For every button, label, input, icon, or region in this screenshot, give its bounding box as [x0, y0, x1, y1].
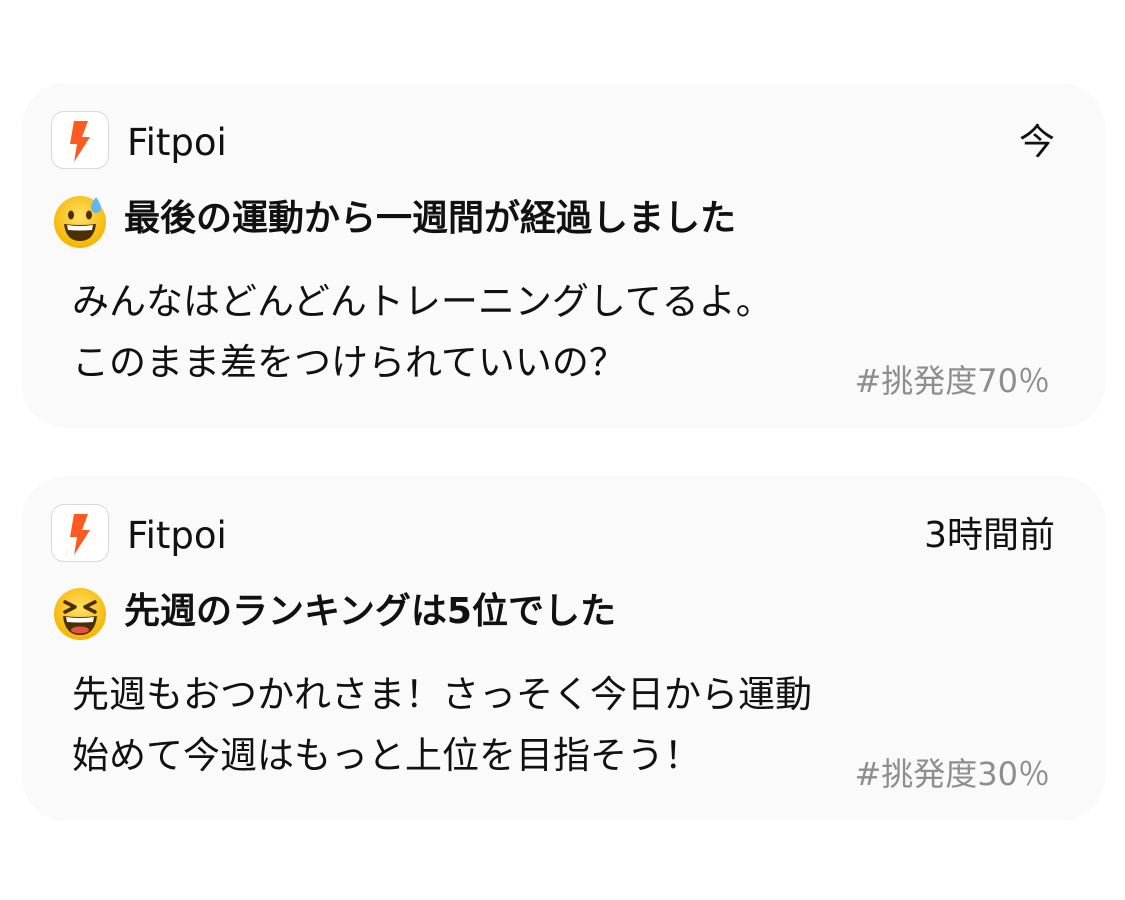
app-name: Fitpoi [127, 121, 227, 164]
app-name: Fitpoi [127, 514, 227, 557]
notification-title: 先週のランキングは5位でした [124, 591, 616, 632]
notification-body-line: みんなはどんどんトレーニングしてるよ。 [72, 280, 773, 323]
grinning-face-with-sweat-icon [52, 193, 108, 249]
notification-card[interactable]: Fitpoi 今 最後の運動から一週間が経過しました みんなはどんどんトレーニン… [22, 83, 1105, 428]
provocation-tag: #挑発度30％ [854, 755, 1050, 793]
notification-time: 3時間前 [924, 515, 1055, 556]
notification-body-line: 先週もおつかれさま！さっそく今日から運動 [72, 673, 812, 716]
grinning-squinting-face-icon [52, 586, 108, 642]
notification-card[interactable]: Fitpoi 3時間前 先週のランキングは5位でした 先週もおつかれさま！さっそ… [22, 476, 1105, 821]
provocation-tag: #挑発度70％ [854, 362, 1050, 400]
fitpoi-logo-icon [51, 111, 109, 169]
notification-title: 最後の運動から一週間が経過しました [124, 198, 737, 239]
fitpoi-logo-icon [51, 504, 109, 562]
notification-time: 今 [1018, 122, 1055, 163]
